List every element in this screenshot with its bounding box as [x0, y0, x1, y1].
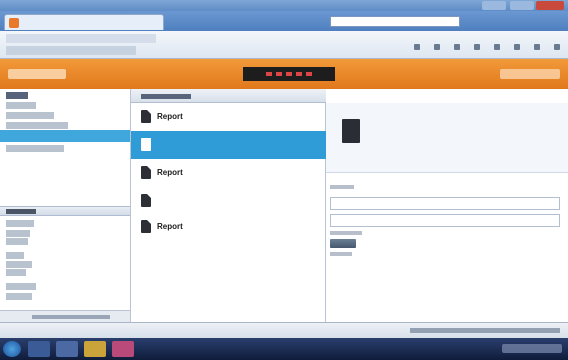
field-label: [330, 252, 352, 256]
field-label: [330, 231, 362, 235]
list-item[interactable]: [131, 187, 326, 215]
report-list: Report Report Report: [131, 89, 326, 322]
toolbar-icons: [414, 44, 560, 50]
sidebar-item[interactable]: [6, 238, 28, 245]
list-item[interactable]: Report: [131, 213, 326, 241]
detail-pane: [326, 89, 568, 322]
browser-toolbar: [0, 31, 568, 59]
list-header: [131, 89, 326, 103]
favicon-icon: [9, 18, 19, 28]
header-user-menu[interactable]: [500, 69, 560, 79]
sidebar-item[interactable]: [6, 145, 64, 152]
document-icon: [141, 194, 151, 207]
document-icon: [141, 110, 151, 123]
breadcrumb[interactable]: [6, 34, 156, 43]
sidebar: [0, 89, 131, 322]
status-bar: [0, 322, 568, 338]
help-icon[interactable]: [554, 44, 560, 50]
banner-mark-icon: [296, 72, 302, 76]
detail-input[interactable]: [330, 197, 560, 210]
detail-input[interactable]: [330, 214, 560, 227]
system-tray[interactable]: [502, 344, 562, 353]
apply-button[interactable]: [330, 239, 356, 248]
banner-mark-icon: [286, 72, 292, 76]
feed-icon[interactable]: [434, 44, 440, 50]
taskbar-app-button[interactable]: [84, 341, 106, 357]
app-header: [0, 59, 568, 89]
taskbar-folder-button[interactable]: [56, 341, 78, 357]
sidebar-item[interactable]: [6, 261, 32, 268]
tools-menu-icon[interactable]: [534, 44, 540, 50]
close-window-button[interactable]: [536, 1, 564, 10]
browser-tab[interactable]: [4, 14, 164, 30]
home-icon[interactable]: [414, 44, 420, 50]
browser-tab-row: [0, 11, 568, 31]
banner-mark-icon: [306, 72, 312, 76]
document-icon: [141, 166, 151, 179]
sidebar-item-selected[interactable]: [0, 130, 130, 142]
banner-mark-icon: [276, 72, 282, 76]
document-icon: [342, 119, 360, 143]
mail-icon[interactable]: [454, 44, 460, 50]
sidebar-footer[interactable]: [0, 310, 130, 322]
taskbar-app-button[interactable]: [112, 341, 134, 357]
header-center-banner: [243, 67, 335, 81]
list-item-label: Report: [157, 222, 183, 231]
taskbar: [0, 338, 568, 360]
banner-mark-icon: [266, 72, 272, 76]
address-bar[interactable]: [330, 16, 460, 27]
sidebar-item[interactable]: [6, 230, 30, 237]
page-menu-icon[interactable]: [494, 44, 500, 50]
field-label: [330, 185, 354, 189]
maximize-button[interactable]: [510, 1, 534, 10]
detail-summary: [326, 103, 568, 173]
list-item[interactable]: Report: [131, 159, 326, 187]
sidebar-item[interactable]: [6, 283, 36, 290]
app-logo[interactable]: [8, 69, 66, 79]
sidebar-section-header: [0, 206, 130, 216]
sub-navigation[interactable]: [6, 46, 136, 55]
document-icon: [141, 138, 151, 151]
sidebar-item[interactable]: [6, 252, 24, 259]
document-icon: [141, 220, 151, 233]
list-item[interactable]: Report: [131, 103, 326, 131]
sidebar-item[interactable]: [6, 269, 26, 276]
sidebar-item[interactable]: [6, 102, 36, 109]
minimize-button[interactable]: [482, 1, 506, 10]
sidebar-heading: [6, 92, 28, 99]
print-icon[interactable]: [474, 44, 480, 50]
sidebar-item[interactable]: [6, 293, 32, 300]
window-title-bar: [0, 0, 568, 11]
sidebar-item[interactable]: [6, 220, 34, 227]
sidebar-item[interactable]: [6, 112, 54, 119]
taskbar-ie-button[interactable]: [28, 341, 50, 357]
sidebar-item[interactable]: [6, 122, 68, 129]
safety-menu-icon[interactable]: [514, 44, 520, 50]
list-item-label: Report: [157, 168, 183, 177]
list-item-selected[interactable]: [131, 131, 326, 159]
start-button[interactable]: [3, 341, 21, 357]
list-item-label: Report: [157, 112, 183, 121]
